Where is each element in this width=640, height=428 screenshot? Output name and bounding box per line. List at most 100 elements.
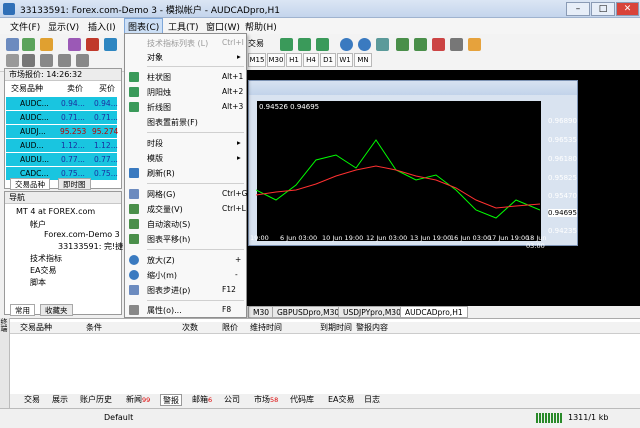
profiles-icon[interactable] xyxy=(22,38,35,51)
minimize-button[interactable]: – xyxy=(566,2,590,16)
properties-icon xyxy=(129,305,139,315)
timeframe-mn[interactable]: MN xyxy=(354,53,372,67)
zoom-out-icon[interactable] xyxy=(358,38,371,51)
menu-item-auto-scroll[interactable]: 自动滚动(S) xyxy=(125,217,246,231)
timeframe-m15[interactable]: M15 xyxy=(248,53,266,67)
list-item[interactable]: AUDJ... 95.253 95.274 xyxy=(6,125,118,138)
menu-item-templates[interactable]: 模版 ▸ xyxy=(125,151,246,165)
tab-exposure[interactable]: 展示 xyxy=(52,394,68,406)
tab-market[interactable]: 市场58 xyxy=(254,394,278,406)
menu-insert[interactable]: 插入(I) xyxy=(88,20,116,33)
cursor-icon[interactable] xyxy=(6,54,19,67)
tree-scripts[interactable]: 脚本 xyxy=(30,277,46,288)
menu-chart[interactable]: 图表(C) xyxy=(124,18,164,34)
terminal-side-label: 终端 xyxy=(0,318,10,408)
list-item[interactable]: AUDC... 0.71... 0.71... xyxy=(6,111,118,124)
market-watch-title: 市场报价: 14:26:32 xyxy=(5,69,121,81)
tree-experts[interactable]: EA交易 xyxy=(30,265,57,276)
menu-item-chart-shift[interactable]: 图表平移(h) xyxy=(125,232,246,246)
chart-tab-usdjpy[interactable]: USDJPYpro,M30 xyxy=(338,306,406,318)
terminal-icon[interactable] xyxy=(86,38,99,51)
indicators-icon[interactable] xyxy=(432,38,445,51)
col-message: 警报内容 xyxy=(356,323,388,332)
tester-icon[interactable] xyxy=(104,38,117,51)
tab-code-base[interactable]: 代码库 xyxy=(290,394,314,406)
menu-view[interactable]: 显示(V) xyxy=(48,20,79,33)
templates-icon[interactable] xyxy=(468,38,481,51)
tree-account[interactable]: 33133591: 完!捷 xyxy=(58,241,123,252)
tab-history[interactable]: 账户历史 xyxy=(80,394,112,406)
menu-item-bar-chart[interactable]: 柱状图 Alt+1 xyxy=(125,70,246,84)
menu-tools[interactable]: 工具(T) xyxy=(168,20,199,33)
tree-indicators[interactable]: 技术指标 xyxy=(30,253,62,264)
tab-alerts[interactable]: 警报 xyxy=(160,394,182,406)
menu-item-line-chart[interactable]: 折线图 Alt+3 xyxy=(125,100,246,114)
timeframe-h1[interactable]: H1 xyxy=(286,53,302,67)
volumes-icon xyxy=(129,204,139,214)
menu-item-grid[interactable]: 网格(G) Ctrl+G xyxy=(125,187,247,201)
menu-item-zoom-in[interactable]: 放大(Z) + xyxy=(125,253,246,267)
menu-window[interactable]: 窗口(W) xyxy=(206,20,240,33)
tree-server[interactable]: Forex.com-Demo 3 xyxy=(44,230,120,239)
tab-company[interactable]: 公司 xyxy=(224,394,240,406)
market-watch-icon[interactable] xyxy=(40,38,53,51)
menu-item-indicator-list[interactable]: 技术指标列表 (L) Ctrl+I xyxy=(125,36,246,50)
menu-item-zoom-out[interactable]: 缩小(m) - xyxy=(125,268,246,282)
candles-icon[interactable] xyxy=(298,38,311,51)
line-chart-icon[interactable] xyxy=(316,38,329,51)
auto-scroll-icon[interactable] xyxy=(396,38,409,51)
new-chart-icon[interactable] xyxy=(6,38,19,51)
zoom-in-icon xyxy=(129,255,139,265)
new-order-button[interactable]: 交易 xyxy=(248,38,264,49)
tab-trade[interactable]: 交易 xyxy=(24,394,40,406)
timeframe-h4[interactable]: H4 xyxy=(303,53,319,67)
chart-tab-audcad[interactable]: AUDCADpro,H1 xyxy=(400,306,468,318)
tab-symbols[interactable]: 交易品种 xyxy=(10,178,50,190)
periods-icon[interactable] xyxy=(450,38,463,51)
tab-journal[interactable]: 日志 xyxy=(364,394,380,406)
tile-windows-icon[interactable] xyxy=(376,38,389,51)
menu-item-objects[interactable]: 对象 ▸ xyxy=(125,50,246,64)
price-label-current: 0.94695 xyxy=(548,209,577,217)
price-label-1: 0.96535 xyxy=(548,136,577,144)
connection-status-icon xyxy=(536,413,562,423)
menu-item-refresh[interactable]: 刷新(R) xyxy=(125,166,246,180)
close-button[interactable]: ✕ xyxy=(616,2,639,16)
menu-item-volumes[interactable]: 成交量(V) Ctrl+L xyxy=(125,202,246,216)
price-label-4: 0.95470 xyxy=(548,192,577,200)
tab-tick-chart[interactable]: 即时图 xyxy=(58,178,91,190)
chart-tab-gbpusd[interactable]: GBPUSDpro,M30 xyxy=(272,306,345,318)
tab-experts[interactable]: EA交易 xyxy=(328,394,355,406)
menu-file[interactable]: 文件(F) xyxy=(10,20,40,33)
tab-favorites[interactable]: 收藏夹 xyxy=(40,304,73,316)
menu-item-foreground[interactable]: 图表置前景(F) xyxy=(125,115,246,129)
tree-accounts[interactable]: 帐户 xyxy=(30,219,46,230)
menu-help[interactable]: 帮助(H) xyxy=(245,20,277,33)
bar-chart-icon[interactable] xyxy=(280,38,293,51)
timeframe-m30[interactable]: M30 xyxy=(267,53,285,67)
menu-item-candles[interactable]: 阴阳烛 Alt+2 xyxy=(125,85,246,99)
chart-shift-icon[interactable] xyxy=(414,38,427,51)
tab-mailbox[interactable]: 邮箱6 xyxy=(192,394,212,406)
chart-shift-icon xyxy=(129,234,139,244)
chart-tab-m30[interactable]: M30 xyxy=(248,306,275,318)
timeframe-w1[interactable]: W1 xyxy=(337,53,353,67)
chart-dropdown-menu: 技术指标列表 (L) Ctrl+I 对象 ▸ 柱状图 Alt+1 阴阳烛 Alt+2 折… xyxy=(124,33,247,318)
tab-common[interactable]: 常用 xyxy=(10,304,35,316)
menu-item-periods[interactable]: 时段 ▸ xyxy=(125,136,246,150)
tab-news[interactable]: 新闻99 xyxy=(126,394,150,406)
tree-root[interactable]: MT 4 at FOREX.com xyxy=(16,207,95,216)
vertical-line-icon[interactable] xyxy=(40,54,53,67)
maximize-button[interactable]: □ xyxy=(591,2,615,16)
menu-item-properties[interactable]: 属性(o)... F8 xyxy=(125,303,246,317)
trendline-icon[interactable] xyxy=(76,54,89,67)
horizontal-line-icon[interactable] xyxy=(58,54,71,67)
zoom-in-icon[interactable] xyxy=(340,38,353,51)
list-item[interactable]: AUDU... 0.77... 0.77... xyxy=(6,153,118,166)
crosshair-icon[interactable] xyxy=(22,54,35,67)
navigator-icon[interactable] xyxy=(68,38,81,51)
menu-item-step[interactable]: 图表步进(p) F12 xyxy=(125,283,246,297)
list-item[interactable]: AUDC... 0.94... 0.94... xyxy=(6,97,118,110)
timeframe-d1[interactable]: D1 xyxy=(320,53,336,67)
list-item[interactable]: AUD... 1.12... 1.12... xyxy=(6,139,118,152)
